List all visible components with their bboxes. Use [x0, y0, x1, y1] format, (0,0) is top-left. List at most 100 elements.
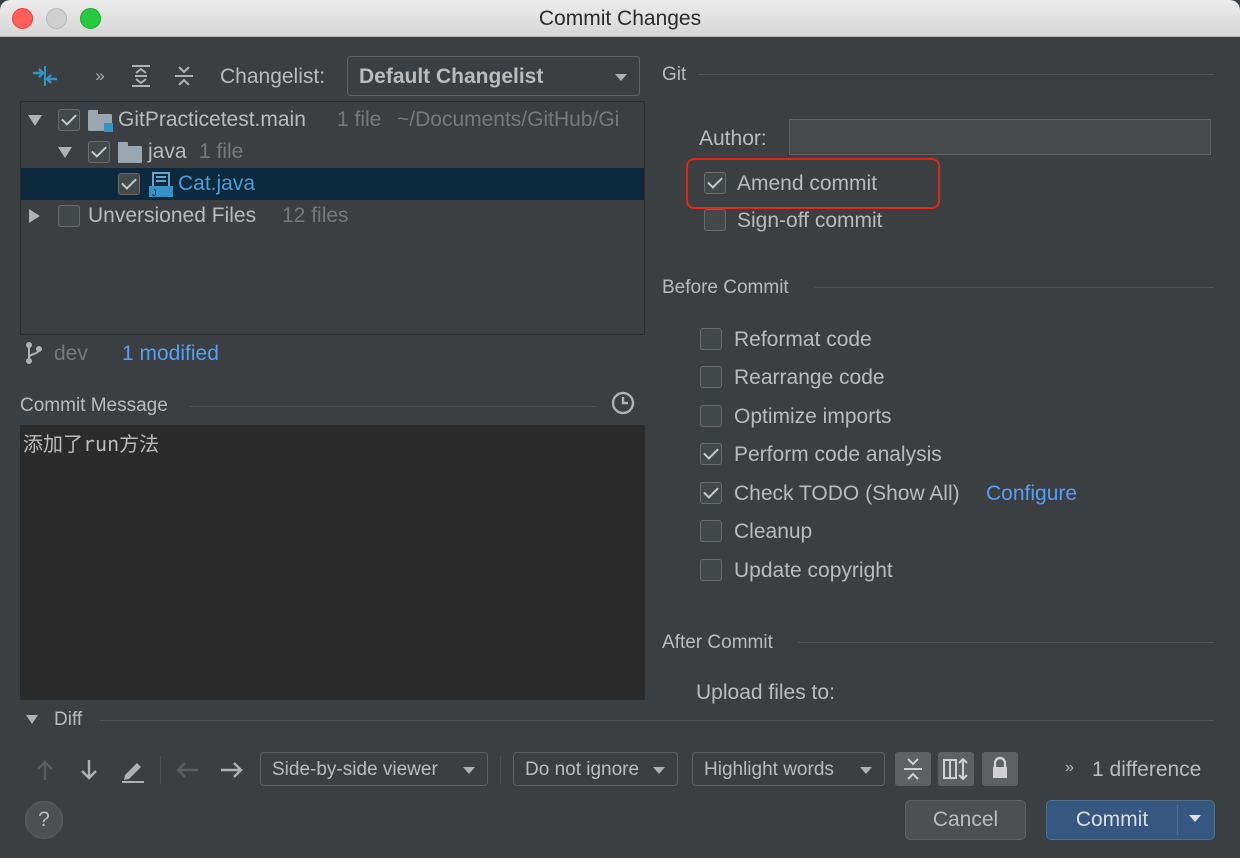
help-icon: ?	[38, 808, 50, 831]
divider	[798, 642, 1214, 643]
highlight-value: Highlight words	[704, 759, 834, 780]
chevron-down-icon[interactable]	[1189, 815, 1201, 822]
divider	[500, 756, 501, 784]
configure-link[interactable]: Configure	[986, 482, 1077, 506]
optimize-imports-label[interactable]: Optimize imports	[734, 405, 892, 429]
diff-label[interactable]: Diff	[54, 709, 82, 731]
folder-name: java	[148, 140, 187, 163]
next-difference-icon[interactable]	[78, 758, 100, 782]
root-name: GitPracticetest.main	[118, 108, 306, 131]
check-todo-label[interactable]: Check TODO (Show All)	[734, 482, 960, 506]
commit-message-label: Commit Message	[20, 395, 168, 416]
amend-commit-label[interactable]: Amend commit	[737, 172, 877, 196]
unversioned-checkbox[interactable]	[58, 205, 80, 227]
root-path: ~/Documents/GitHub/Gi	[397, 108, 620, 131]
branch-name[interactable]: dev	[54, 342, 88, 366]
module-badge-icon	[104, 123, 113, 132]
after-commit-section-label: After Commit	[662, 632, 773, 653]
viewer-dropdown[interactable]: Side-by-side viewer	[260, 752, 488, 786]
signoff-commit-checkbox[interactable]	[704, 209, 726, 231]
root-count: 1 file	[337, 108, 382, 131]
file-checkbox[interactable]	[118, 173, 140, 195]
optimize-imports-checkbox[interactable]	[700, 405, 722, 427]
divider	[100, 720, 1214, 721]
chevron-down-icon	[615, 74, 627, 81]
divider	[698, 74, 1214, 75]
commit-button-label: Commit	[1075, 808, 1149, 831]
chevron-down-icon	[463, 767, 475, 774]
forward-arrow-icon[interactable]	[219, 760, 245, 780]
file-name: Cat.java	[178, 172, 256, 195]
code-analysis-checkbox[interactable]	[700, 443, 722, 465]
unversioned-count: 12 files	[282, 204, 349, 227]
more-actions-icon[interactable]: »	[88, 64, 112, 88]
chevron-down-icon	[653, 767, 665, 774]
ignore-value: Do not ignore	[525, 759, 640, 780]
changes-tree[interactable]: GitPracticetest.main 1 file ~/Documents/…	[20, 101, 645, 335]
previous-difference-icon[interactable]	[34, 758, 56, 782]
window-title: Commit Changes	[538, 7, 702, 30]
tree-row-unversioned[interactable]: Unversioned Files 12 files	[21, 200, 644, 232]
edit-source-icon[interactable]	[120, 757, 146, 783]
root-checkbox[interactable]	[58, 109, 80, 131]
divider	[1177, 805, 1178, 835]
folder-checkbox[interactable]	[88, 141, 110, 163]
message-history-icon[interactable]	[610, 390, 636, 416]
ignore-whitespace-dropdown[interactable]: Do not ignore	[513, 752, 678, 786]
changelist-dropdown[interactable]: Default Changelist	[347, 56, 640, 96]
unversioned-name: Unversioned Files	[88, 204, 257, 227]
code-analysis-label[interactable]: Perform code analysis	[734, 443, 942, 467]
commit-message-text: 添加了run方法	[23, 432, 160, 456]
diff-toggle-icon[interactable]	[26, 715, 38, 724]
title-bar: Commit Changes	[0, 0, 1240, 37]
svg-text:J: J	[152, 188, 157, 198]
reformat-code-label[interactable]: Reformat code	[734, 328, 872, 352]
branch-icon	[26, 342, 42, 364]
lock-icon	[993, 756, 1007, 778]
expand-all-icon[interactable]	[127, 62, 155, 90]
folder-count: 1 file	[199, 140, 244, 163]
chevron-down-icon	[860, 767, 872, 774]
amend-commit-checkbox[interactable]	[704, 172, 726, 194]
highlight-dropdown[interactable]: Highlight words	[692, 752, 885, 786]
help-button[interactable]: ?	[25, 801, 63, 839]
author-input[interactable]	[789, 119, 1211, 155]
expand-arrow-icon[interactable]	[28, 115, 42, 126]
lock-button[interactable]	[982, 752, 1018, 786]
tree-row-file[interactable]: J Cat.java	[21, 168, 644, 200]
changelist-label: Changelist:	[220, 65, 326, 88]
java-file-icon: J	[149, 172, 173, 198]
cancel-button[interactable]: Cancel	[905, 800, 1026, 840]
update-copyright-checkbox[interactable]	[700, 559, 722, 581]
reformat-code-checkbox[interactable]	[700, 328, 722, 350]
tree-row-root[interactable]: GitPracticetest.main 1 file ~/Documents/…	[21, 104, 644, 136]
commit-button[interactable]: Commit	[1046, 800, 1215, 840]
upload-files-label: Upload files to:	[696, 681, 835, 704]
signoff-commit-label[interactable]: Sign-off commit	[737, 209, 883, 233]
collapsed-arrow-icon[interactable]	[29, 209, 40, 223]
rearrange-code-checkbox[interactable]	[700, 366, 722, 388]
author-label: Author:	[699, 127, 767, 150]
commit-message-input[interactable]: 添加了run方法	[20, 425, 645, 700]
more-options-icon[interactable]: »	[1065, 759, 1074, 777]
divider	[815, 287, 1214, 288]
show-diff-icon[interactable]	[30, 62, 60, 90]
difference-count: 1 difference	[1092, 758, 1202, 781]
before-commit-section-label: Before Commit	[662, 277, 789, 298]
sync-scroll-icon	[943, 757, 968, 781]
folder-icon	[118, 142, 142, 163]
update-copyright-label[interactable]: Update copyright	[734, 559, 893, 583]
rearrange-code-label[interactable]: Rearrange code	[734, 366, 885, 390]
back-arrow-icon[interactable]	[174, 760, 200, 780]
sync-scroll-button[interactable]	[938, 752, 974, 786]
expand-arrow-icon[interactable]	[58, 147, 72, 158]
tree-row-folder[interactable]: java 1 file	[21, 136, 644, 168]
cleanup-checkbox[interactable]	[700, 520, 722, 542]
cleanup-label[interactable]: Cleanup	[734, 520, 812, 544]
collapse-unchanged-button[interactable]	[895, 752, 931, 786]
modified-count-link[interactable]: 1 modified	[122, 342, 219, 366]
check-todo-checkbox[interactable]	[700, 482, 722, 504]
viewer-value: Side-by-side viewer	[272, 759, 438, 780]
collapse-all-icon[interactable]	[170, 62, 198, 90]
divider	[160, 756, 161, 784]
